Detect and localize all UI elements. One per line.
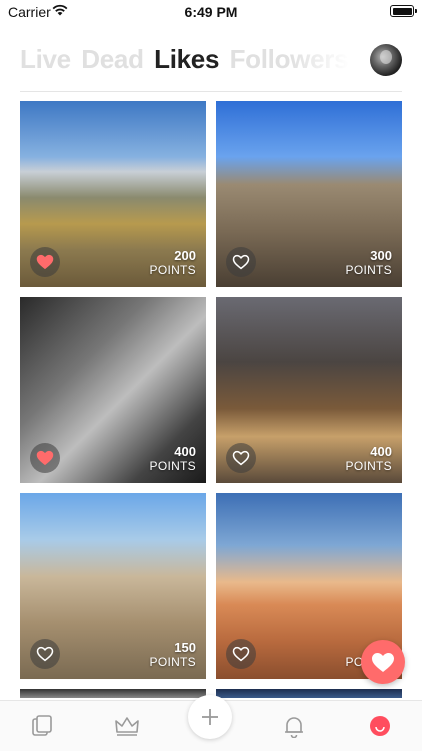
photo-partial <box>20 689 206 698</box>
points-value: 300 <box>370 248 392 263</box>
like-button[interactable] <box>30 639 60 669</box>
points-value: 400 <box>174 444 196 459</box>
points-unit: POINTS <box>345 263 392 277</box>
points-label: 300 POINTS <box>346 248 392 277</box>
tab-dead[interactable]: Dead <box>81 44 144 75</box>
battery-icon <box>390 5 417 17</box>
points-label: 200 POINTS <box>150 248 196 277</box>
points-unit: POINTS <box>149 655 196 669</box>
crown-icon <box>115 717 139 736</box>
tab-profile[interactable] <box>365 711 395 741</box>
heart-filled-icon <box>372 652 394 672</box>
points-value: 200 <box>174 248 196 263</box>
points-unit: POINTS <box>149 263 196 277</box>
clock: 6:49 PM <box>184 4 238 20</box>
photo-card[interactable] <box>216 689 402 698</box>
points-unit: POINTS <box>345 459 392 473</box>
points-value: 150 <box>174 640 196 655</box>
photo-card[interactable] <box>20 689 206 698</box>
like-button[interactable] <box>226 443 256 473</box>
points-label: 150 POINTS <box>150 640 196 669</box>
like-button[interactable] <box>30 443 60 473</box>
heart-outline-icon <box>232 646 250 662</box>
photo-partial <box>216 689 402 698</box>
photo-card[interactable]: 400 POINTS <box>20 297 206 483</box>
heart-outline-icon <box>232 450 250 466</box>
plus-icon <box>202 709 218 725</box>
category-tabs: Live Dead Likes Followers <box>20 44 350 80</box>
bell-icon <box>285 717 303 738</box>
heart-outline-icon <box>36 646 54 662</box>
tab-notifications[interactable] <box>279 711 309 741</box>
heart-outline-icon <box>232 254 250 270</box>
photo-card[interactable]: 200 POINTS <box>20 101 206 287</box>
photo-card[interactable]: 150 POINTS <box>20 493 206 679</box>
add-button[interactable] <box>188 695 232 739</box>
status-bar: Carrier 6:49 PM <box>0 0 422 24</box>
heart-filled-icon <box>36 450 54 466</box>
points-value: 400 <box>370 444 392 459</box>
points-unit: POINTS <box>149 459 196 473</box>
tab-feed[interactable] <box>27 711 57 741</box>
floating-like-button[interactable] <box>361 640 405 684</box>
tabs-fade <box>290 44 350 80</box>
tab-likes[interactable]: Likes <box>154 44 219 75</box>
tab-leaderboard[interactable] <box>112 711 142 741</box>
avatar[interactable] <box>370 44 402 76</box>
like-button[interactable] <box>226 247 256 277</box>
tab-live[interactable]: Live <box>20 44 71 75</box>
photo-card[interactable]: 400 POINTS <box>216 297 402 483</box>
points-label: 400 POINTS <box>346 444 392 473</box>
smile-icon <box>370 716 390 736</box>
heart-filled-icon <box>36 254 54 270</box>
bottom-tab-bar <box>0 695 422 751</box>
like-button[interactable] <box>226 639 256 669</box>
like-button[interactable] <box>30 247 60 277</box>
photo-grid: 200 POINTS 300 POINTS 400 POINTS 400 POI… <box>20 101 402 698</box>
divider <box>20 91 402 92</box>
points-label: 400 POINTS <box>150 444 196 473</box>
photo-card[interactable]: 300 POINTS <box>216 101 402 287</box>
cards-icon <box>32 715 52 736</box>
